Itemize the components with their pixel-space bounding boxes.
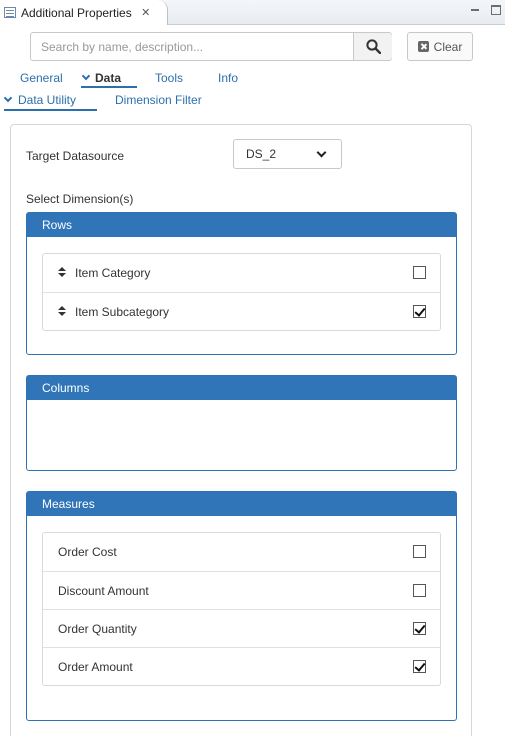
list-item-label: Item Category (75, 266, 151, 280)
subtab-dimension-filter[interactable]: Dimension Filter (115, 93, 202, 107)
list-item-label: Order Cost (58, 545, 117, 559)
view-tab-additional-properties[interactable]: Additional Properties ✕ (0, 0, 168, 25)
columns-header: Columns (27, 376, 456, 400)
list-item[interactable]: Item Subcategory (43, 292, 440, 330)
drag-sort-icon[interactable] (58, 267, 66, 279)
list-item[interactable]: Order Quantity (43, 609, 440, 647)
measures-list: Order Cost Discount Amount Order Quantit… (42, 532, 441, 686)
select-dimensions-label: Select Dimension(s) (26, 192, 134, 206)
chevron-down-icon (3, 93, 13, 103)
list-item-label: Order Quantity (58, 622, 137, 636)
chevron-down-icon (81, 71, 91, 81)
list-item-label: Item Subcategory (75, 305, 170, 319)
maximize-icon[interactable] (491, 5, 501, 15)
search-icon (366, 39, 381, 54)
search-button[interactable] (353, 33, 392, 60)
minimize-icon[interactable] (470, 5, 480, 15)
clear-icon (417, 41, 429, 52)
rows-header: Rows (27, 213, 456, 237)
target-datasource-label: Target Datasource (26, 149, 125, 163)
drag-sort-icon[interactable] (58, 306, 66, 318)
rows-group: Rows Item Category Item Subcategory (26, 212, 457, 355)
item-checkbox[interactable] (413, 622, 426, 635)
list-item[interactable]: Discount Amount (43, 571, 440, 609)
view-tab-bar: Additional Properties ✕ (0, 0, 505, 25)
subtab-data-utility[interactable]: Data Utility (3, 93, 97, 111)
rows-list: Item Category Item Subcategory (42, 253, 441, 331)
clear-button[interactable]: Clear (407, 32, 473, 61)
tab-tools[interactable]: Tools (155, 71, 183, 85)
columns-group: Columns (26, 375, 457, 471)
search-input[interactable] (31, 33, 353, 60)
subtab-data-utility-label: Data Utility (18, 93, 77, 107)
item-checkbox[interactable] (413, 266, 426, 279)
view-title: Additional Properties (21, 5, 132, 20)
item-checkbox[interactable] (413, 305, 426, 318)
search-box (30, 32, 392, 61)
item-checkbox[interactable] (413, 584, 426, 597)
chevron-down-icon (316, 147, 327, 158)
list-item-label: Discount Amount (58, 584, 149, 598)
list-item[interactable]: Order Cost (43, 533, 440, 571)
target-datasource-select[interactable]: DS_2 (233, 139, 342, 169)
measures-group: Measures Order Cost Discount Amount Orde… (26, 491, 457, 721)
item-checkbox[interactable] (413, 660, 426, 673)
target-datasource-value: DS_2 (246, 147, 277, 161)
tab-data[interactable]: Data (81, 71, 137, 88)
measures-header: Measures (27, 492, 456, 516)
properties-view-icon (4, 7, 16, 18)
tab-data-label: Data (95, 71, 122, 85)
clear-label: Clear (433, 39, 463, 54)
close-icon[interactable]: ✕ (140, 6, 152, 19)
list-item[interactable]: Item Category (43, 254, 440, 292)
list-item-label: Order Amount (58, 660, 133, 674)
tab-info[interactable]: Info (218, 71, 238, 85)
item-checkbox[interactable] (413, 545, 426, 558)
tab-general[interactable]: General (20, 71, 63, 85)
list-item[interactable]: Order Amount (43, 647, 440, 685)
